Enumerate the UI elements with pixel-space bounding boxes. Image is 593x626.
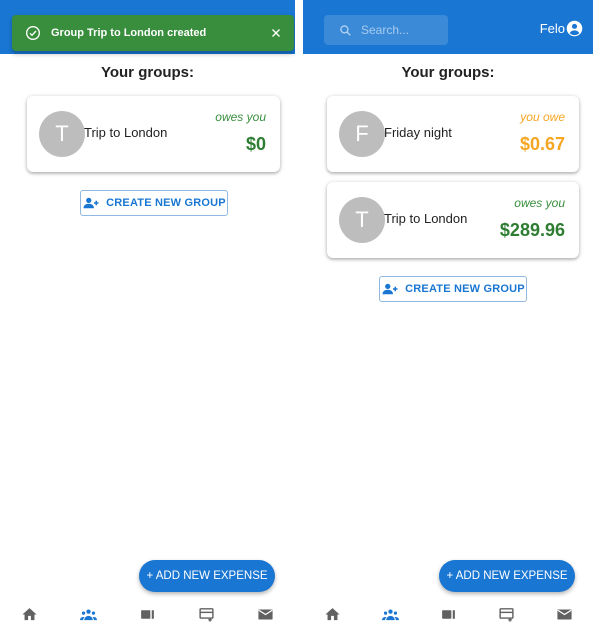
page-title: Your groups: xyxy=(100,64,195,81)
left-screen: Group Trip to London created Your groups… xyxy=(0,0,295,626)
balance-amount: $0.67 xyxy=(519,134,565,154)
snackbar-close-button[interactable] xyxy=(262,19,290,47)
search-box[interactable] xyxy=(324,15,448,45)
nav-home[interactable] xyxy=(20,606,40,626)
right-screen: Felo Your groups: F Friday night you owe… xyxy=(303,0,593,626)
balance-status: owes you xyxy=(215,110,266,124)
balance-status: owes you xyxy=(514,196,565,210)
nav-activity[interactable] xyxy=(197,606,217,626)
group-name: Friday night xyxy=(384,125,452,140)
group-avatar: T xyxy=(39,111,85,157)
group-card-trip-to-london[interactable]: T Trip to London owes you $0 xyxy=(27,96,280,172)
group-name: Trip to London xyxy=(84,125,168,140)
app-bar: Felo xyxy=(303,0,593,54)
create-group-label: CREATE NEW GROUP xyxy=(405,283,525,295)
mail-icon xyxy=(556,609,572,620)
bottom-navigation xyxy=(0,602,295,626)
group-avatar: T xyxy=(339,197,385,243)
search-icon xyxy=(340,24,351,36)
user-menu[interactable]: Felo xyxy=(540,20,583,37)
create-new-group-button[interactable]: CREATE NEW GROUP xyxy=(379,276,527,302)
group-card-trip-to-london[interactable]: T Trip to London owes you $289.96 xyxy=(327,182,579,258)
add-new-expense-button[interactable]: + ADD NEW EXPENSE xyxy=(139,560,275,592)
friends-icon xyxy=(441,610,455,619)
groups-icon xyxy=(381,609,399,621)
nav-mail[interactable] xyxy=(554,606,574,626)
success-snackbar: Group Trip to London created xyxy=(12,15,294,51)
snackbar-message: Group Trip to London created xyxy=(51,27,207,39)
group-name: Trip to London xyxy=(384,211,468,226)
activity-icon xyxy=(498,608,514,622)
account-circle-icon xyxy=(566,20,583,37)
create-new-group-button[interactable]: CREATE NEW GROUP xyxy=(80,190,228,216)
friends-icon xyxy=(141,610,154,619)
mail-icon xyxy=(258,609,273,620)
nav-activity[interactable] xyxy=(496,606,516,626)
nav-mail[interactable] xyxy=(256,606,276,626)
groups-icon xyxy=(80,609,97,621)
create-group-label: CREATE NEW GROUP xyxy=(106,197,226,209)
bottom-navigation xyxy=(303,602,593,626)
add-group-icon xyxy=(382,283,398,295)
balance-status: you owe xyxy=(520,110,565,124)
close-icon xyxy=(272,29,280,37)
page-title: Your groups: xyxy=(401,64,495,81)
home-icon xyxy=(22,608,37,621)
home-icon xyxy=(324,608,340,621)
nav-groups[interactable] xyxy=(380,606,400,626)
balance-amount: $0 xyxy=(245,134,266,154)
check-circle-icon xyxy=(26,26,40,40)
user-name: Felo xyxy=(539,21,565,36)
group-avatar: F xyxy=(339,111,385,157)
search-input[interactable] xyxy=(361,23,441,37)
nav-friends[interactable] xyxy=(138,606,158,626)
activity-icon xyxy=(199,608,214,622)
nav-groups[interactable] xyxy=(79,606,99,626)
nav-friends[interactable] xyxy=(438,606,458,626)
add-new-expense-button[interactable]: + ADD NEW EXPENSE xyxy=(439,560,575,592)
nav-home[interactable] xyxy=(322,606,342,626)
group-card-friday-night[interactable]: F Friday night you owe $0.67 xyxy=(327,96,579,172)
balance-amount: $289.96 xyxy=(499,220,565,240)
add-group-icon xyxy=(83,197,99,209)
